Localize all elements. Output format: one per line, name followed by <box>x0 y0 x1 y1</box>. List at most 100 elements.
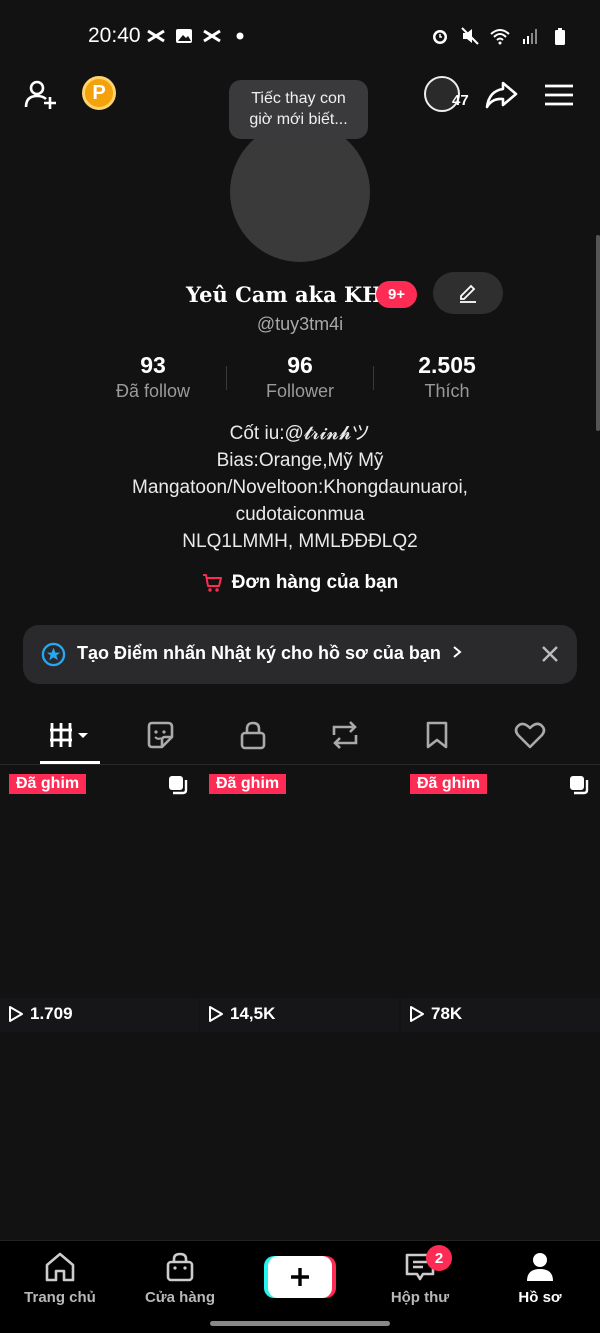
nav-inbox-label: Hộp thư <box>390 1289 450 1306</box>
note-line-1: Tiếc thay con <box>251 90 346 107</box>
mute-icon <box>461 27 479 45</box>
stat-label: Đã follow <box>115 381 191 401</box>
notification-badge[interactable]: 9+ <box>376 281 417 308</box>
plus-icon <box>291 1268 309 1286</box>
multi-photo-icon <box>570 776 589 795</box>
add-friend-button[interactable] <box>22 76 60 114</box>
view-count-value: 1.709 <box>30 1004 73 1023</box>
note-dot <box>326 143 336 153</box>
bookmark-icon <box>426 721 448 749</box>
hamburger-icon <box>545 84 573 106</box>
multi-photo-icon <box>169 776 188 795</box>
nav-home-label: Trang chủ <box>24 1289 96 1306</box>
profile-icon <box>527 1253 553 1281</box>
capcut-icon <box>147 29 165 43</box>
stats-row: 93 Đã follow 96 Follower 2.505 Thích <box>0 352 600 408</box>
pencil-icon <box>460 284 476 303</box>
stat-label: Thích <box>424 381 470 401</box>
video-thumbnail[interactable]: Đã ghim 14,5K <box>200 766 399 1032</box>
orders-label: Đơn hàng của bạn <box>231 572 399 593</box>
note-line-2: giờ mới biết... <box>249 111 348 128</box>
tab-stickers[interactable] <box>130 715 190 755</box>
stat-following[interactable]: 93 Đã follow <box>83 352 223 402</box>
view-count: 14,5K <box>208 1004 275 1024</box>
scrollbar[interactable] <box>596 235 600 431</box>
stat-value: 93 <box>140 352 166 378</box>
video-grid: Đã ghim 1.709 Đã ghim 14,5K Đã ghim 78K <box>0 766 600 1032</box>
wifi-icon <box>490 29 510 45</box>
content-tabs <box>0 705 600 765</box>
bio-line: Bias:Orange,Mỹ Mỹ <box>216 450 384 471</box>
display-name: Yeû Cam aka KHM <box>186 282 406 307</box>
profile-avatar[interactable] <box>230 122 370 262</box>
system-icons <box>430 26 570 46</box>
status-time: 20:40 <box>88 24 141 47</box>
status-bar: 20:40 <box>0 0 600 72</box>
view-count: 78K <box>409 1004 462 1024</box>
nav-profile-label: Hồ sơ <box>518 1289 562 1306</box>
play-icon <box>9 1006 23 1022</box>
repost-icon <box>332 721 358 749</box>
stat-label: Follower <box>265 381 335 401</box>
nav-shop[interactable]: Cửa hàng <box>120 1251 240 1306</box>
edit-profile-button[interactable] <box>433 272 503 314</box>
bio: Cốt iu:@𝓽𝓻𝓲𝓷𝓱ツ Bias:Orange,Mỹ Mỹ Mangato… <box>0 420 600 555</box>
orders-link[interactable]: Đơn hàng của bạn <box>0 572 600 594</box>
stat-followers[interactable]: 96 Follower <box>230 352 370 402</box>
signal-icon <box>523 29 537 44</box>
divider <box>226 366 227 390</box>
alarm-icon <box>433 30 447 44</box>
pinned-badge: Đã ghim <box>209 774 287 794</box>
lock-icon <box>240 721 266 750</box>
stat-likes[interactable]: 2.505 Thích <box>377 352 517 402</box>
gallery-icon <box>176 29 192 43</box>
view-count-value: 14,5K <box>230 1004 276 1023</box>
tab-bookmarks[interactable] <box>407 715 467 755</box>
close-icon[interactable] <box>539 643 561 665</box>
grid-icon <box>50 723 88 747</box>
bottom-nav: Trang chủ Cửa hàng 2 Hộp thư Hồ sơ <box>0 1240 600 1333</box>
play-icon <box>209 1006 223 1022</box>
home-indicator[interactable] <box>210 1321 390 1326</box>
nav-profile[interactable]: Hồ sơ <box>480 1251 600 1306</box>
nav-inbox[interactable]: 2 Hộp thư <box>360 1245 480 1306</box>
tab-videos[interactable] <box>40 715 100 755</box>
nav-home[interactable]: Trang chủ <box>0 1251 120 1306</box>
active-tab-indicator <box>40 761 100 764</box>
chevron-right-icon <box>452 643 462 663</box>
dot-icon <box>236 32 244 40</box>
video-thumbnail[interactable]: Đã ghim 78K <box>401 766 600 1032</box>
name-row: Yeû Cam aka KHM 9+ <box>0 272 600 316</box>
pinned-badge: Đã ghim <box>9 774 87 794</box>
pinned-badge: Đã ghim <box>410 774 488 794</box>
sticker-icon <box>147 721 174 749</box>
tab-reposts[interactable] <box>315 715 375 755</box>
note-dot-small <box>322 153 328 159</box>
username: @tuy3tm4i <box>256 314 344 334</box>
menu-button[interactable] <box>540 76 578 114</box>
note-bubble[interactable]: Tiếc thay con giờ mới biết... <box>229 80 368 139</box>
coin-button[interactable]: P <box>82 76 116 110</box>
stat-value: 2.505 <box>418 352 476 378</box>
video-thumbnail[interactable]: Đã ghim 1.709 <box>0 766 199 1032</box>
banner-text: Tạo Điểm nhấn Nhật ký cho hồ sơ của bạn <box>77 643 462 664</box>
add-person-icon <box>24 80 56 109</box>
home-icon <box>45 1252 75 1282</box>
divider <box>373 366 374 390</box>
view-count: 1.709 <box>8 1004 73 1024</box>
share-button[interactable] <box>482 76 520 114</box>
tab-liked[interactable] <box>500 715 560 755</box>
notification-icons <box>146 26 250 46</box>
create-button[interactable] <box>268 1256 332 1298</box>
play-icon <box>410 1006 424 1022</box>
cart-icon <box>202 574 222 592</box>
stat-value: 96 <box>287 352 313 378</box>
heart-icon <box>514 722 546 749</box>
bio-line: Mangatoon/Noveltoon:Khongdaunuaroi, <box>132 477 468 498</box>
highlight-banner[interactable]: Tạo Điểm nhấn Nhật ký cho hồ sơ của bạn <box>23 625 577 684</box>
banner-label: Tạo Điểm nhấn Nhật ký cho hồ sơ của bạn <box>77 643 441 663</box>
shopping-bag-icon <box>166 1252 194 1282</box>
inbox-badge: 2 <box>426 1245 452 1271</box>
tab-private[interactable] <box>223 715 283 755</box>
capcut-icon <box>203 29 221 43</box>
